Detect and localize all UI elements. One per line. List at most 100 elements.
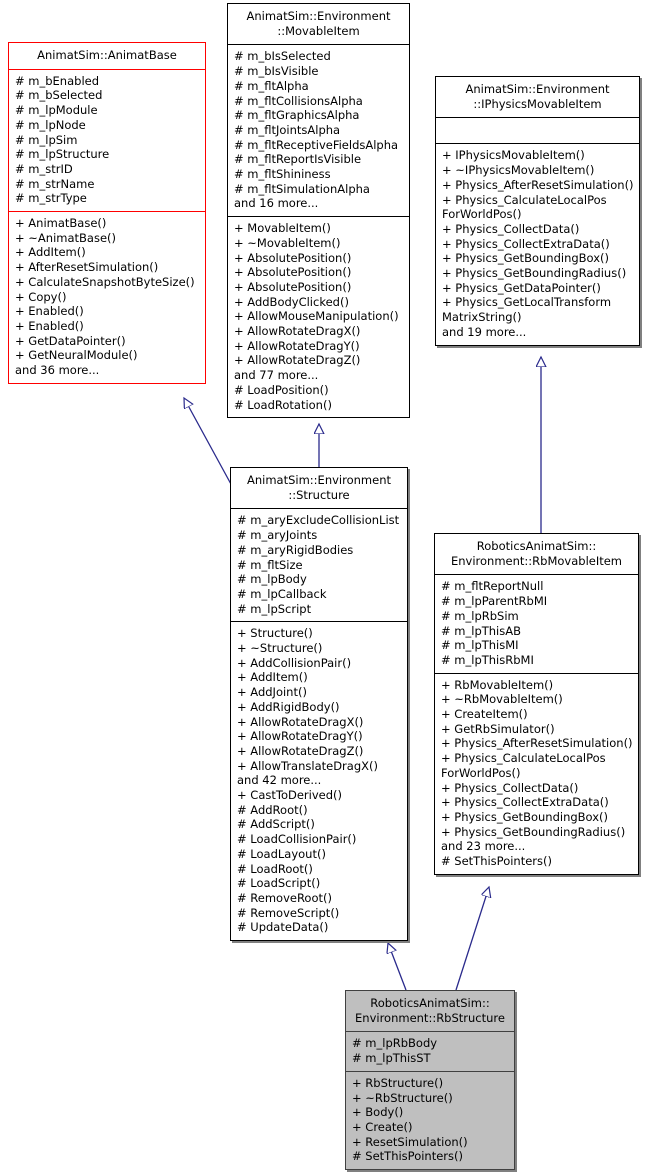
operation-row: + RbStructure()	[352, 1075, 444, 1090]
operation-row: + Physics_CollectExtraData()	[441, 795, 609, 810]
class-attributes-iphysicsmovableitem	[436, 118, 639, 143]
operation-row: + AllowRotateDragZ()	[237, 743, 364, 758]
class-operations-movableitem: + MovableItem() + ~MovableItem() + Absol…	[228, 217, 409, 417]
operation-row: + AllowRotateDragX()	[237, 714, 364, 729]
operation-row: + Physics_GetBoundingRadius()	[441, 824, 626, 839]
attribute-row: # m_lpRbSim	[441, 608, 519, 623]
class-operations-structure: + Structure() + ~Structure() + AddCollis…	[231, 622, 407, 940]
operation-row: + Physics_CalculateLocalPos	[442, 192, 607, 207]
class-operations-animatbase: + AnimatBase() + ~AnimatBase() + AddItem…	[9, 212, 205, 383]
operation-row: + ~IPhysicsMovableItem()	[442, 163, 595, 178]
operation-row: + Physics_GetLocalTransform	[442, 295, 612, 310]
class-node-rbstructure[interactable]: RoboticsAnimatSim:: Environment::RbStruc…	[345, 990, 515, 1171]
attribute-row: # m_fltReportNull	[441, 579, 544, 594]
operation-row: + AddItem()	[15, 245, 86, 260]
operation-more-row: and 23 more...	[441, 839, 526, 854]
operation-row: + Physics_GetBoundingBox()	[441, 809, 609, 824]
class-attributes-rbstructure: # m_lpRbBody # m_lpThisST	[346, 1032, 514, 1070]
attribute-row: # m_fltGraphicsAlpha	[234, 108, 360, 123]
class-node-iphysicsmovableitem[interactable]: AnimatSim::Environment ::IPhysicsMovable…	[435, 76, 640, 346]
attribute-row: # m_strID	[15, 161, 73, 176]
operation-row: + CreateItem()	[441, 707, 528, 722]
class-attributes-structure: # m_aryExcludeCollisionList # m_aryJoint…	[231, 509, 407, 621]
operation-row: # LoadPosition()	[234, 382, 329, 397]
operation-row: + RbMovableItem()	[441, 677, 554, 692]
class-attributes-movableitem: # m_bIsSelected # m_bIsVisible # m_fltAl…	[228, 45, 409, 216]
operation-row: + Enabled()	[15, 318, 84, 333]
operation-row: + AddItem()	[237, 670, 308, 685]
operation-row: + AfterResetSimulation()	[15, 260, 159, 275]
operation-row: # RemoveScript()	[237, 905, 340, 920]
attribute-row: # m_aryRigidBodies	[237, 542, 354, 557]
operation-row: + GetRbSimulator()	[441, 721, 555, 736]
attribute-row: # m_bIsVisible	[234, 64, 319, 79]
operation-row: # LoadCollisionPair()	[237, 832, 357, 847]
class-node-rbmovableitem[interactable]: RoboticsAnimatSim:: Environment::RbMovab…	[434, 533, 639, 875]
operation-row: # UpdateData()	[237, 920, 329, 935]
class-operations-iphysicsmovableitem: + IPhysicsMovableItem() + ~IPhysicsMovab…	[436, 144, 639, 344]
edge-rbstructure-to-rbmovableitem	[455, 887, 489, 991]
operation-row: + Physics_CollectExtraData()	[442, 236, 610, 251]
operation-row: + Structure()	[237, 626, 313, 641]
class-node-structure[interactable]: AnimatSim::Environment ::Structure # m_a…	[230, 467, 408, 942]
class-node-animatbase[interactable]: AnimatSim::AnimatBase # m_bEnabled # m_b…	[8, 42, 206, 384]
class-operations-rbstructure: + RbStructure() + ~RbStructure() + Body(…	[346, 1072, 514, 1169]
attribute-row: # m_fltSize	[237, 557, 303, 572]
attribute-row: # m_bIsSelected	[234, 49, 331, 64]
attribute-row: # m_strName	[15, 176, 95, 191]
operation-row: + AllowRotateDragY()	[234, 338, 360, 353]
class-node-movableitem[interactable]: AnimatSim::Environment ::MovableItem # m…	[227, 3, 410, 419]
edge-structure-to-animatbase	[184, 398, 233, 487]
attribute-row: # m_lpThisRbMI	[441, 652, 534, 667]
operation-row: # LoadLayout()	[237, 846, 326, 861]
attribute-row: # m_bEnabled	[15, 73, 100, 88]
operation-row: + AllowRotateDragX()	[234, 324, 361, 339]
operation-row: + AddBodyClicked()	[234, 294, 349, 309]
operation-row: # LoadRotation()	[234, 397, 332, 412]
operation-row: + AnimatBase()	[15, 216, 107, 231]
operation-row: + GetDataPointer()	[15, 333, 126, 348]
uml-class-diagram-canvas: AnimatSim::AnimatBase # m_bEnabled # m_b…	[0, 0, 653, 1175]
operation-row: + AllowRotateDragZ()	[234, 353, 361, 368]
operation-row: + Physics_CalculateLocalPos	[441, 751, 606, 766]
class-attributes-rbmovableitem: # m_fltReportNull # m_lpParentRbMI # m_l…	[435, 575, 638, 672]
attribute-row: # m_bSelected	[15, 88, 103, 103]
operation-row: + Physics_GetDataPointer()	[442, 280, 601, 295]
operation-row: + CastToDerived()	[237, 788, 342, 803]
operation-row: + AbsolutePosition()	[234, 265, 352, 280]
operation-row: + ~RbMovableItem()	[441, 692, 563, 707]
operation-more-row: and 36 more...	[15, 363, 100, 378]
attribute-row: # m_aryExcludeCollisionList	[237, 513, 400, 528]
operation-row: + IPhysicsMovableItem()	[442, 148, 585, 163]
operation-row: + ResetSimulation()	[352, 1134, 468, 1149]
operation-row: + ~AnimatBase()	[15, 230, 117, 245]
operation-row: + AbsolutePosition()	[234, 250, 352, 265]
attribute-row: # m_lpThisST	[352, 1051, 431, 1066]
operation-row: # AddRoot()	[237, 802, 308, 817]
operation-row: + ~RbStructure()	[352, 1090, 453, 1105]
class-title-rbmovableitem: RoboticsAnimatSim:: Environment::RbMovab…	[450, 539, 623, 568]
operation-row-wrap: ForWorldPos()	[441, 765, 521, 780]
attribute-row: # m_lpScript	[237, 601, 312, 616]
class-title-iphysicsmovableitem: AnimatSim::Environment ::IPhysicsMovable…	[465, 82, 610, 111]
class-attributes-animatbase: # m_bEnabled # m_bSelected # m_lpModule …	[9, 70, 205, 211]
operation-row: + Physics_GetBoundingRadius()	[442, 266, 627, 281]
operation-row: + MovableItem()	[234, 221, 331, 236]
attribute-row: # m_lpNode	[15, 117, 86, 132]
operation-more-row: and 42 more...	[237, 773, 322, 788]
operation-row: + AbsolutePosition()	[234, 279, 352, 294]
attribute-more-row: and 16 more...	[234, 196, 319, 211]
operation-row: # LoadScript()	[237, 876, 321, 891]
attribute-row: # m_fltCollisionsAlpha	[234, 93, 363, 108]
operation-row: # SetThisPointers()	[352, 1149, 463, 1164]
operation-row: # RemoveRoot()	[237, 890, 332, 905]
operation-row: + GetNeuralModule()	[15, 348, 138, 363]
operation-row-wrap: MatrixString()	[442, 310, 522, 325]
attribute-row: # m_aryJoints	[237, 528, 318, 543]
operation-row: + Physics_CollectData()	[441, 780, 579, 795]
operation-row: + Copy()	[15, 289, 67, 304]
attribute-row: # m_fltAlpha	[234, 78, 309, 93]
operation-row: + AddCollisionPair()	[237, 655, 352, 670]
class-title-movableitem: AnimatSim::Environment ::MovableItem	[246, 9, 391, 38]
attribute-row: # m_fltSimulationAlpha	[234, 181, 370, 196]
